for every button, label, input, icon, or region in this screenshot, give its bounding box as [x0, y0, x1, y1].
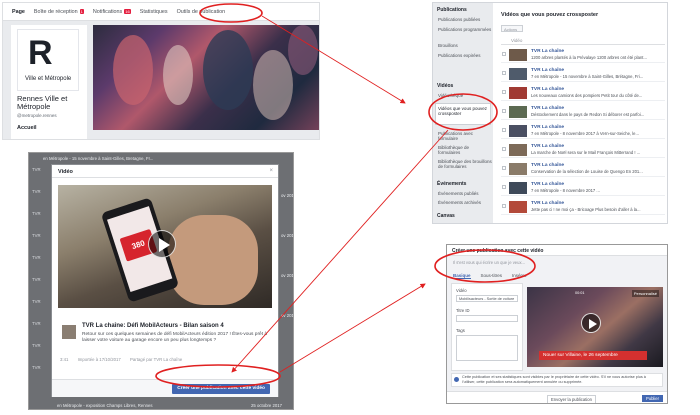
highlight-create-button: [155, 364, 281, 388]
arrow-tools-to-sidebar: [261, 15, 406, 104]
annotation-overlay: [155, 3, 536, 388]
highlight-crosspost-item: [428, 93, 498, 131]
highlight-create-title: [434, 249, 536, 283]
arrow-button-to-dialog: [279, 283, 426, 373]
highlight-publishing-tools: [199, 3, 263, 23]
